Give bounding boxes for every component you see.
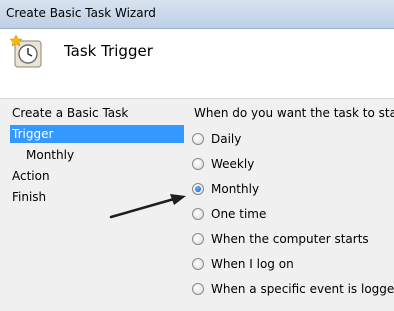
radio-daily[interactable] — [192, 133, 204, 145]
option-label[interactable]: When the computer starts — [211, 232, 369, 246]
sidebar-item-action[interactable]: Action — [10, 167, 184, 185]
radio-monthly[interactable] — [192, 183, 204, 195]
option-label[interactable]: One time — [211, 207, 266, 221]
option-label[interactable]: When I log on — [211, 257, 294, 271]
radio-log-on[interactable] — [192, 258, 204, 270]
option-label[interactable]: When a specific event is logged — [211, 282, 394, 296]
window-title: Create Basic Task Wizard — [6, 6, 156, 20]
sidebar-item-trigger[interactable]: Trigger — [10, 125, 184, 143]
radio-event-logged[interactable] — [192, 283, 204, 295]
option-label[interactable]: Daily — [211, 132, 241, 146]
sidebar-item-monthly[interactable]: Monthly — [24, 146, 174, 164]
radio-one-time[interactable] — [192, 208, 204, 220]
wizard-header: Task Trigger — [0, 29, 394, 99]
radio-computer-starts[interactable] — [192, 233, 204, 245]
start-prompt: When do you want the task to start? — [194, 106, 394, 120]
option-label[interactable]: Monthly — [211, 182, 259, 196]
arrow-icon — [109, 194, 186, 219]
clock-icon — [10, 35, 42, 68]
radio-weekly[interactable] — [192, 158, 204, 170]
page-title: Task Trigger — [64, 42, 153, 60]
option-label[interactable]: Weekly — [211, 157, 254, 171]
title-bar: Create Basic Task Wizard — [0, 0, 394, 29]
sidebar-item-create-a-basic-task[interactable]: Create a Basic Task — [10, 104, 184, 122]
trigger-panel: When do you want the task to start? Dail… — [186, 99, 394, 311]
